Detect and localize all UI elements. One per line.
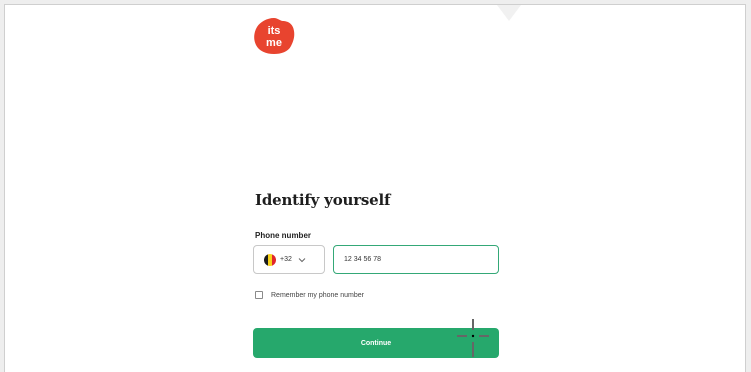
browser-viewport: its me Identify yourself Phone number +3… — [4, 4, 746, 372]
belgium-flag-icon — [264, 253, 276, 266]
remember-phone-label: Remember my phone number — [271, 291, 364, 299]
phone-number-input[interactable] — [333, 245, 499, 274]
page-title: Identify yourself — [255, 191, 391, 209]
itsme-logo: its me — [254, 18, 295, 54]
page-corner-decoration — [497, 5, 521, 21]
logo-text-me: me — [266, 37, 282, 49]
country-code-select[interactable]: +32 — [253, 245, 325, 274]
phone-number-label: Phone number — [255, 231, 312, 240]
remember-phone-option[interactable]: Remember my phone number — [255, 291, 364, 299]
chevron-down-icon — [298, 257, 306, 262]
continue-button[interactable]: Continue — [253, 328, 499, 358]
remember-phone-checkbox[interactable] — [255, 291, 263, 299]
logo-text-its: its — [268, 25, 281, 37]
country-dial-code: +32 — [280, 256, 292, 263]
